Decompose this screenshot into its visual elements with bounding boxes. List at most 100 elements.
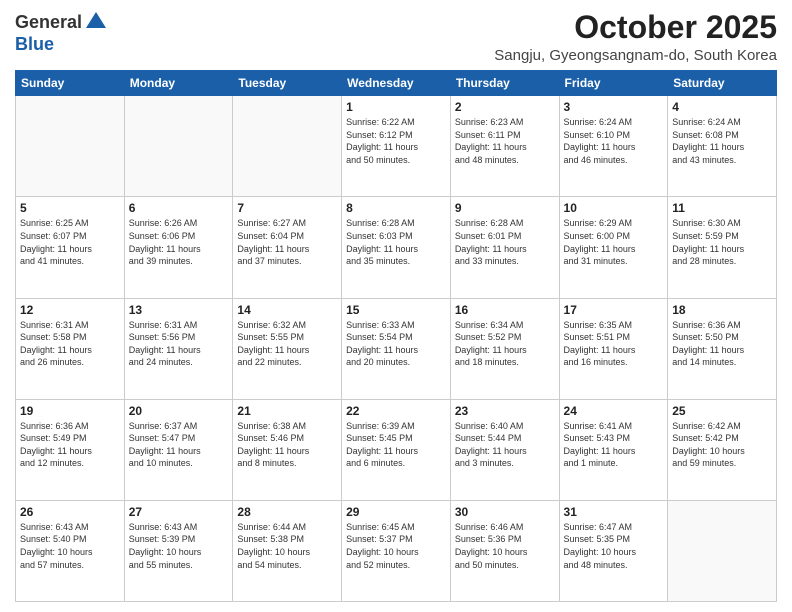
- calendar-week-row: 19 Sunrise: 6:36 AM Sunset: 5:49 PM Dayli…: [16, 399, 777, 500]
- col-wednesday: Wednesday: [342, 71, 451, 96]
- table-row: [668, 500, 777, 601]
- day-info: Sunrise: 6:38 AM Sunset: 5:46 PM Dayligh…: [237, 420, 337, 470]
- day-info: Sunrise: 6:24 AM Sunset: 6:10 PM Dayligh…: [564, 116, 664, 166]
- day-number: 8: [346, 201, 446, 215]
- day-info: Sunrise: 6:30 AM Sunset: 5:59 PM Dayligh…: [672, 217, 772, 267]
- day-number: 10: [564, 201, 664, 215]
- day-number: 23: [455, 404, 555, 418]
- day-info: Sunrise: 6:31 AM Sunset: 5:56 PM Dayligh…: [129, 319, 229, 369]
- calendar-table: Sunday Monday Tuesday Wednesday Thursday…: [15, 70, 777, 602]
- table-row: 3 Sunrise: 6:24 AM Sunset: 6:10 PM Daylig…: [559, 96, 668, 197]
- day-info: Sunrise: 6:44 AM Sunset: 5:38 PM Dayligh…: [237, 521, 337, 571]
- day-number: 20: [129, 404, 229, 418]
- col-thursday: Thursday: [450, 71, 559, 96]
- table-row: 10 Sunrise: 6:29 AM Sunset: 6:00 PM Dayli…: [559, 197, 668, 298]
- table-row: [16, 96, 125, 197]
- day-info: Sunrise: 6:47 AM Sunset: 5:35 PM Dayligh…: [564, 521, 664, 571]
- header: General Blue October 2025 Sangju, Gyeong…: [15, 10, 777, 64]
- day-info: Sunrise: 6:39 AM Sunset: 5:45 PM Dayligh…: [346, 420, 446, 470]
- table-row: 20 Sunrise: 6:37 AM Sunset: 5:47 PM Dayli…: [124, 399, 233, 500]
- col-sunday: Sunday: [16, 71, 125, 96]
- table-row: 11 Sunrise: 6:30 AM Sunset: 5:59 PM Dayli…: [668, 197, 777, 298]
- table-row: 9Sunrise: 6:28 AM Sunset: 6:01 PM Daylig…: [450, 197, 559, 298]
- col-tuesday: Tuesday: [233, 71, 342, 96]
- table-row: 24Sunrise: 6:41 AM Sunset: 5:43 PM Dayli…: [559, 399, 668, 500]
- day-info: Sunrise: 6:36 AM Sunset: 5:50 PM Dayligh…: [672, 319, 772, 369]
- day-info: Sunrise: 6:22 AM Sunset: 6:12 PM Dayligh…: [346, 116, 446, 166]
- day-info: Sunrise: 6:23 AM Sunset: 6:11 PM Dayligh…: [455, 116, 555, 166]
- table-row: 21Sunrise: 6:38 AM Sunset: 5:46 PM Dayli…: [233, 399, 342, 500]
- table-row: 12 Sunrise: 6:31 AM Sunset: 5:58 PM Dayli…: [16, 298, 125, 399]
- day-number: 12: [20, 303, 120, 317]
- calendar-header-row: Sunday Monday Tuesday Wednesday Thursday…: [16, 71, 777, 96]
- table-row: 26 Sunrise: 6:43 AM Sunset: 5:40 PM Dayli…: [16, 500, 125, 601]
- logo-general-text: General: [15, 12, 82, 33]
- day-info: Sunrise: 6:25 AM Sunset: 6:07 PM Dayligh…: [20, 217, 120, 267]
- day-info: Sunrise: 6:41 AM Sunset: 5:43 PM Dayligh…: [564, 420, 664, 470]
- day-info: Sunrise: 6:35 AM Sunset: 5:51 PM Dayligh…: [564, 319, 664, 369]
- table-row: 15 Sunrise: 6:33 AM Sunset: 5:54 PM Dayli…: [342, 298, 451, 399]
- logo-blue-text: Blue: [15, 34, 54, 55]
- page: General Blue October 2025 Sangju, Gyeong…: [0, 0, 792, 612]
- table-row: 5 Sunrise: 6:25 AM Sunset: 6:07 PM Daylig…: [16, 197, 125, 298]
- day-info: Sunrise: 6:31 AM Sunset: 5:58 PM Dayligh…: [20, 319, 120, 369]
- calendar-week-row: 1 Sunrise: 6:22 AM Sunset: 6:12 PM Daylig…: [16, 96, 777, 197]
- table-row: 17 Sunrise: 6:35 AM Sunset: 5:51 PM Dayli…: [559, 298, 668, 399]
- col-saturday: Saturday: [668, 71, 777, 96]
- day-number: 26: [20, 505, 120, 519]
- day-info: Sunrise: 6:29 AM Sunset: 6:00 PM Dayligh…: [564, 217, 664, 267]
- day-info: Sunrise: 6:33 AM Sunset: 5:54 PM Dayligh…: [346, 319, 446, 369]
- col-monday: Monday: [124, 71, 233, 96]
- table-row: 23 Sunrise: 6:40 AM Sunset: 5:44 PM Dayli…: [450, 399, 559, 500]
- day-number: 19: [20, 404, 120, 418]
- table-row: 28 Sunrise: 6:44 AM Sunset: 5:38 PM Dayli…: [233, 500, 342, 601]
- day-number: 27: [129, 505, 229, 519]
- day-number: 16: [455, 303, 555, 317]
- day-number: 15: [346, 303, 446, 317]
- table-row: 18 Sunrise: 6:36 AM Sunset: 5:50 PM Dayli…: [668, 298, 777, 399]
- day-info: Sunrise: 6:26 AM Sunset: 6:06 PM Dayligh…: [129, 217, 229, 267]
- table-row: 29 Sunrise: 6:45 AM Sunset: 5:37 PM Dayli…: [342, 500, 451, 601]
- day-number: 14: [237, 303, 337, 317]
- day-info: Sunrise: 6:37 AM Sunset: 5:47 PM Dayligh…: [129, 420, 229, 470]
- day-info: Sunrise: 6:36 AM Sunset: 5:49 PM Dayligh…: [20, 420, 120, 470]
- table-row: 7Sunrise: 6:27 AM Sunset: 6:04 PM Daylig…: [233, 197, 342, 298]
- day-info: Sunrise: 6:45 AM Sunset: 5:37 PM Dayligh…: [346, 521, 446, 571]
- title-block: October 2025 Sangju, Gyeongsangnam-do, S…: [494, 10, 777, 64]
- calendar-week-row: 12 Sunrise: 6:31 AM Sunset: 5:58 PM Dayli…: [16, 298, 777, 399]
- day-number: 1: [346, 100, 446, 114]
- day-number: 25: [672, 404, 772, 418]
- table-row: 6 Sunrise: 6:26 AM Sunset: 6:06 PM Daylig…: [124, 197, 233, 298]
- day-info: Sunrise: 6:40 AM Sunset: 5:44 PM Dayligh…: [455, 420, 555, 470]
- day-number: 17: [564, 303, 664, 317]
- table-row: 4 Sunrise: 6:24 AM Sunset: 6:08 PM Daylig…: [668, 96, 777, 197]
- day-number: 29: [346, 505, 446, 519]
- day-number: 11: [672, 201, 772, 215]
- day-info: Sunrise: 6:24 AM Sunset: 6:08 PM Dayligh…: [672, 116, 772, 166]
- day-number: 5: [20, 201, 120, 215]
- location-title: Sangju, Gyeongsangnam-do, South Korea: [494, 47, 777, 64]
- table-row: 1 Sunrise: 6:22 AM Sunset: 6:12 PM Daylig…: [342, 96, 451, 197]
- logo: General Blue: [15, 10, 108, 55]
- day-number: 18: [672, 303, 772, 317]
- day-info: Sunrise: 6:34 AM Sunset: 5:52 PM Dayligh…: [455, 319, 555, 369]
- table-row: 8 Sunrise: 6:28 AM Sunset: 6:03 PM Daylig…: [342, 197, 451, 298]
- day-info: Sunrise: 6:43 AM Sunset: 5:39 PM Dayligh…: [129, 521, 229, 571]
- day-number: 22: [346, 404, 446, 418]
- table-row: 25Sunrise: 6:42 AM Sunset: 5:42 PM Dayli…: [668, 399, 777, 500]
- day-number: 28: [237, 505, 337, 519]
- day-number: 6: [129, 201, 229, 215]
- day-info: Sunrise: 6:43 AM Sunset: 5:40 PM Dayligh…: [20, 521, 120, 571]
- table-row: 13Sunrise: 6:31 AM Sunset: 5:56 PM Dayli…: [124, 298, 233, 399]
- day-info: Sunrise: 6:28 AM Sunset: 6:03 PM Dayligh…: [346, 217, 446, 267]
- table-row: 30Sunrise: 6:46 AM Sunset: 5:36 PM Dayli…: [450, 500, 559, 601]
- day-number: 4: [672, 100, 772, 114]
- table-row: 2Sunrise: 6:23 AM Sunset: 6:11 PM Daylig…: [450, 96, 559, 197]
- day-info: Sunrise: 6:32 AM Sunset: 5:55 PM Dayligh…: [237, 319, 337, 369]
- calendar-week-row: 5 Sunrise: 6:25 AM Sunset: 6:07 PM Daylig…: [16, 197, 777, 298]
- day-number: 31: [564, 505, 664, 519]
- day-number: 3: [564, 100, 664, 114]
- table-row: 22 Sunrise: 6:39 AM Sunset: 5:45 PM Dayli…: [342, 399, 451, 500]
- day-number: 7: [237, 201, 337, 215]
- table-row: [233, 96, 342, 197]
